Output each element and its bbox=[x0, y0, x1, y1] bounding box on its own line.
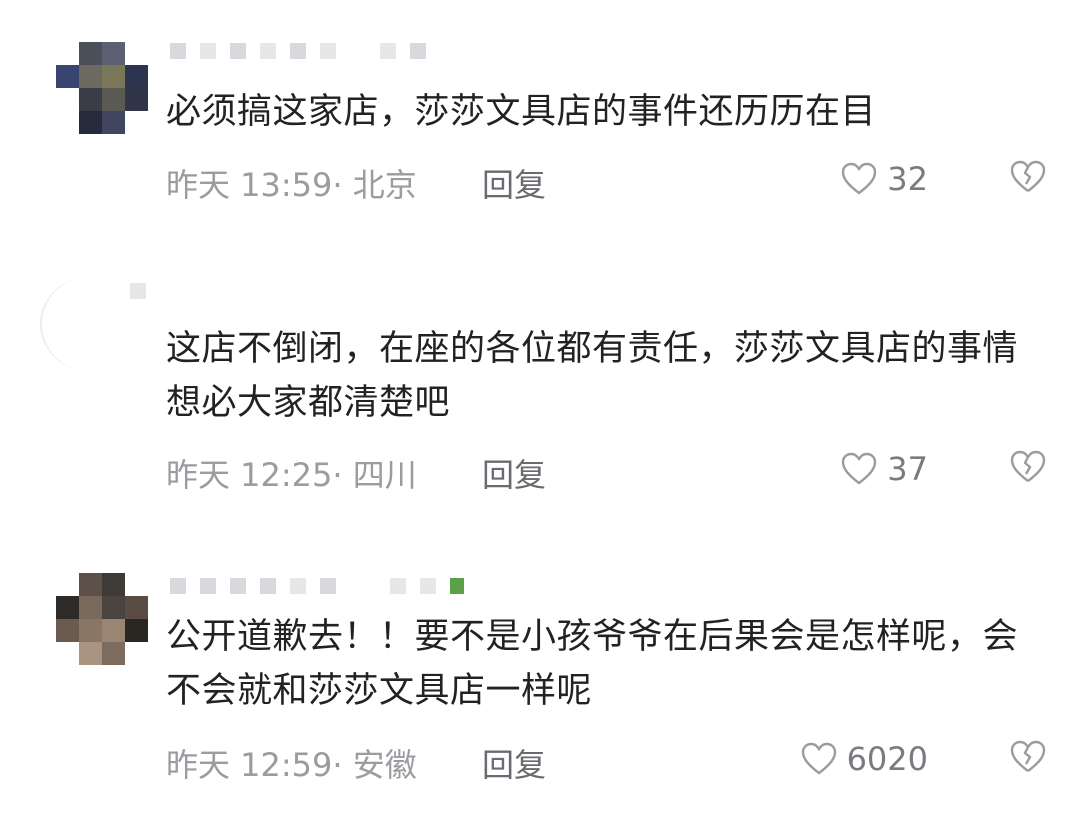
comment-text: 必须搞这家店，莎莎文具店的事件还历历在目 bbox=[166, 92, 877, 132]
comment-time-location: 昨天 13:59· 北京 bbox=[166, 166, 417, 204]
broken-heart-icon bbox=[1010, 160, 1046, 194]
broken-heart-icon bbox=[1010, 740, 1046, 774]
comment-time-location: 昨天 12:59· 安徽 bbox=[166, 746, 417, 784]
like-count: 32 bbox=[887, 160, 928, 198]
heart-icon bbox=[801, 742, 837, 776]
reply-button[interactable]: 回复 bbox=[482, 450, 546, 496]
reply-button[interactable]: 回复 bbox=[482, 160, 546, 206]
avatar[interactable] bbox=[56, 573, 148, 665]
comment-meta: 昨天 12:59· 安徽 回复 6020 bbox=[166, 740, 1046, 784]
like-button[interactable]: 32 bbox=[841, 160, 928, 198]
comment-text: 这店不倒闭，在座的各位都有责任，莎莎文具店的事情想必大家都清楚吧 bbox=[166, 329, 1019, 423]
dislike-button[interactable] bbox=[1010, 160, 1046, 194]
username-masked[interactable] bbox=[170, 40, 426, 62]
dislike-button[interactable] bbox=[1010, 740, 1046, 774]
comment-text: 公开道歉去！！要不是小孩爷爷在后果会是怎样呢，会不会就和莎莎文具店一样呢 bbox=[166, 617, 1019, 711]
dislike-button[interactable] bbox=[1010, 450, 1046, 484]
heart-icon bbox=[841, 162, 877, 196]
like-button[interactable]: 6020 bbox=[801, 740, 928, 778]
avatar[interactable] bbox=[56, 42, 148, 134]
like-button[interactable]: 37 bbox=[841, 450, 928, 488]
comment-meta: 昨天 13:59· 北京 回复 32 bbox=[166, 160, 1046, 204]
username-masked[interactable] bbox=[130, 280, 146, 302]
comment-meta: 昨天 12:25· 四川 回复 37 bbox=[166, 450, 1046, 494]
like-count: 37 bbox=[887, 450, 928, 488]
heart-icon bbox=[841, 452, 877, 486]
like-count: 6020 bbox=[846, 740, 928, 778]
comment-time-location: 昨天 12:25· 四川 bbox=[166, 456, 417, 494]
reply-button[interactable]: 回复 bbox=[482, 740, 546, 786]
broken-heart-icon bbox=[1010, 450, 1046, 484]
avatar[interactable] bbox=[40, 278, 134, 370]
username-masked[interactable] bbox=[170, 575, 464, 597]
